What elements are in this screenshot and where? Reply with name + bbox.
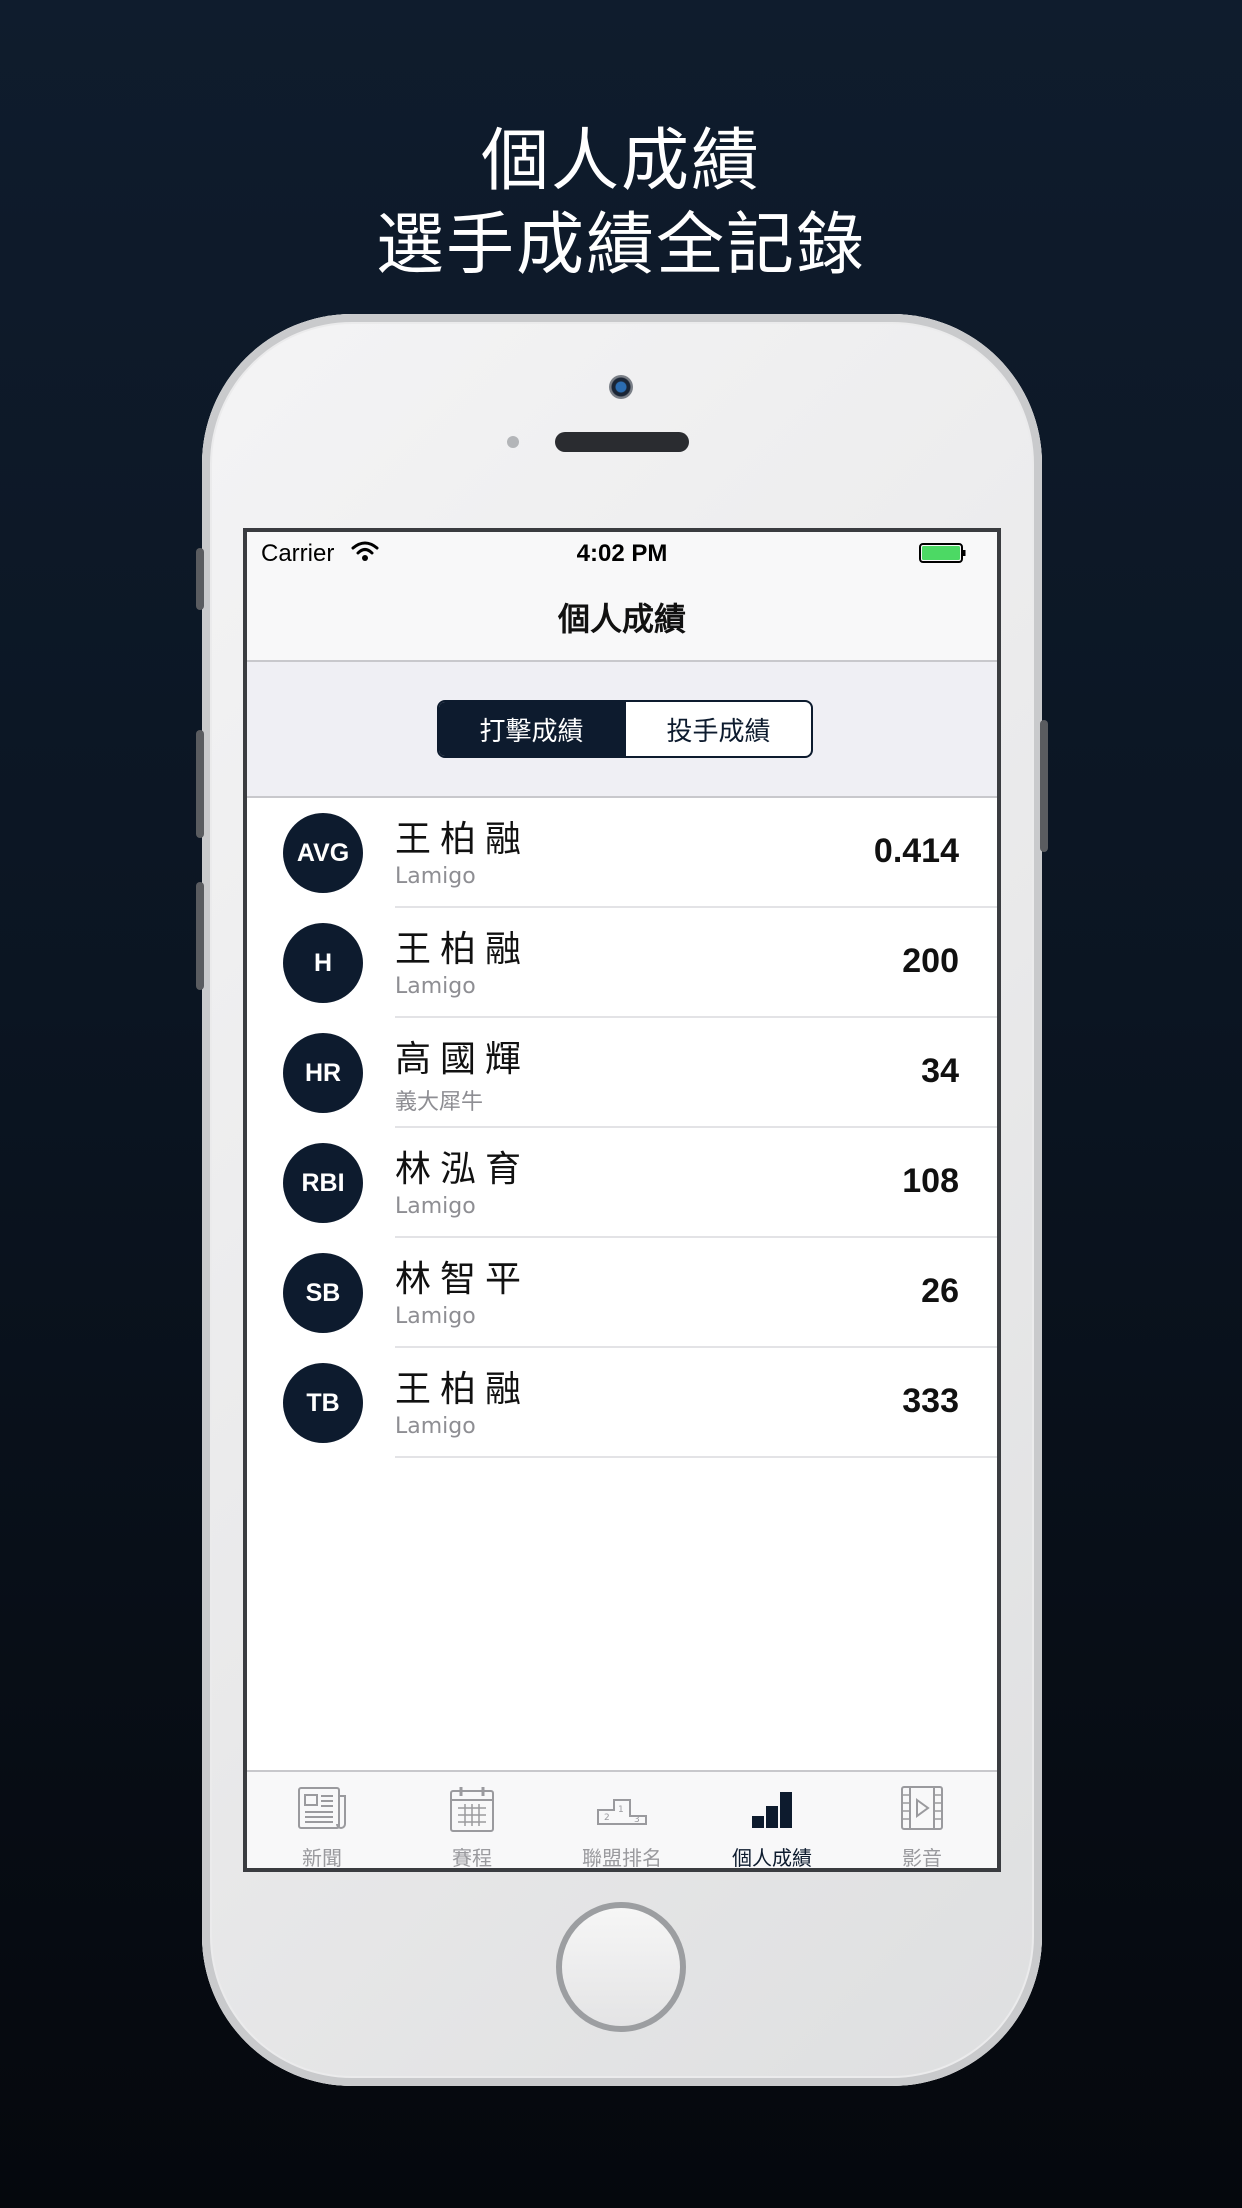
segment-pitching[interactable]: 投手成績 (624, 702, 811, 756)
list-item[interactable]: HR 高國輝 義大犀牛 34 (247, 1018, 997, 1128)
player-name: 王柏融 (395, 929, 531, 970)
tab-label: 影音 (902, 1846, 942, 1870)
list-item[interactable]: RBI 林泓育 Lamigo 108 (247, 1128, 997, 1238)
player-name: 林智平 (395, 1259, 531, 1300)
silent-switch (196, 548, 204, 610)
stat-value: 108 (902, 1162, 959, 1200)
home-button[interactable] (556, 1902, 686, 2032)
tab-schedule[interactable]: 賽程 (397, 1772, 547, 1870)
stat-value: 200 (902, 942, 959, 980)
player-name: 高國輝 (395, 1039, 531, 1080)
list-item[interactable]: SB 林智平 Lamigo 26 (247, 1238, 997, 1348)
segment-batting[interactable]: 打擊成績 (439, 702, 624, 756)
list-item[interactable]: TB 王柏融 Lamigo 333 (247, 1348, 997, 1458)
list-item[interactable]: H 王柏融 Lamigo 200 (247, 908, 997, 1018)
stats-leader-list: AVG 王柏融 Lamigo 0.414 H 王柏融 Lamigo 200 HR… (247, 798, 997, 1458)
stat-value: 0.414 (873, 832, 959, 870)
tab-news[interactable]: 新聞 (247, 1772, 397, 1870)
tab-standings[interactable]: 1 2 3 聯盟排名 (547, 1772, 697, 1870)
bar-chart-icon (752, 1792, 792, 1828)
list-item[interactable]: AVG 王柏融 Lamigo 0.414 (247, 798, 997, 908)
volume-up-button (196, 730, 204, 838)
promo-line-2: 選手成績全記錄 (375, 206, 866, 285)
tab-label: 個人成績 (732, 1846, 812, 1870)
stat-category-badge: TB (283, 1363, 363, 1443)
tab-label: 聯盟排名 (582, 1846, 662, 1870)
team-name: Lamigo (395, 1194, 476, 1219)
player-name: 王柏融 (395, 1369, 531, 1410)
team-name: Lamigo (395, 1304, 476, 1329)
phone-screen: 個人成績 Carrier 4:02 PM 打擊成績 投手成績 AVG 王柏融 L… (243, 528, 1001, 1872)
tab-label: 新聞 (302, 1846, 342, 1870)
stat-category-badge: H (283, 923, 363, 1003)
tab-label: 賽程 (452, 1846, 492, 1870)
stat-value: 34 (921, 1052, 959, 1090)
stats-type-segmented-control: 打擊成績 投手成績 (437, 700, 813, 758)
svg-text:1: 1 (618, 1805, 624, 1815)
stat-category-badge: RBI (283, 1143, 363, 1223)
power-button (1040, 720, 1048, 852)
player-name: 林泓育 (395, 1149, 531, 1190)
svg-text:3: 3 (634, 1815, 640, 1825)
stat-category-badge: HR (283, 1033, 363, 1113)
tab-bar: 新聞 賽程 1 2 3 聯盟排名 個人成績 影音 (247, 1770, 997, 1870)
battery-icon (919, 543, 966, 563)
team-name: Lamigo (395, 864, 476, 889)
stat-category-badge: SB (283, 1253, 363, 1333)
svg-text:2: 2 (604, 1813, 610, 1823)
tab-video[interactable]: 影音 (847, 1772, 997, 1870)
podium-icon: 1 2 3 (597, 1799, 647, 1825)
stat-value: 26 (921, 1272, 959, 1310)
promo-line-1: 個人成績 (480, 122, 761, 201)
calendar-icon (450, 1787, 494, 1832)
proximity-sensor (507, 436, 519, 448)
segment-area: 打擊成績 投手成績 (247, 662, 997, 798)
newspaper-icon (298, 1787, 346, 1829)
stat-value: 333 (902, 1382, 959, 1420)
promo-headline: 個人成績 選手成績全記錄 (0, 120, 1242, 288)
tab-personal-stats[interactable]: 個人成績 (697, 1772, 847, 1870)
page-title: 個人成績 (557, 600, 686, 638)
player-name: 王柏融 (395, 819, 531, 860)
volume-down-button (196, 882, 204, 990)
status-bar: Carrier 4:02 PM (247, 532, 997, 572)
front-camera (609, 375, 633, 399)
film-icon (901, 1786, 943, 1830)
team-name: Lamigo (395, 974, 476, 999)
status-time: 4:02 PM (576, 540, 668, 567)
stat-category-badge: AVG (283, 813, 363, 893)
team-name: Lamigo (395, 1414, 476, 1439)
team-name: 義大犀牛 (395, 1090, 484, 1115)
earpiece-speaker (555, 432, 689, 452)
